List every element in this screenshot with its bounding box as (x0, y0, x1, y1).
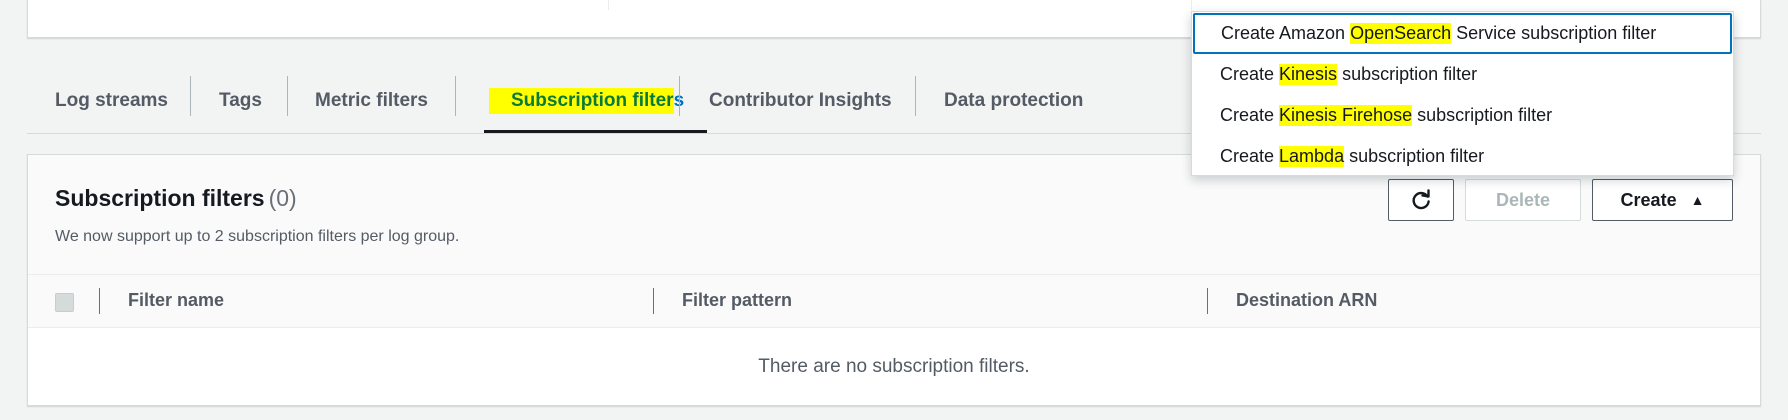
tab-label-highlight: Subscription filter (489, 88, 674, 114)
table-header: Filter name Filter pattern Destination A… (28, 275, 1760, 328)
select-all-checkbox[interactable] (55, 293, 74, 312)
tab-separator (455, 76, 456, 116)
tab-label: Metric filters (315, 90, 428, 111)
tab-label: Contributor Insights (709, 90, 892, 111)
panel-title-text: Subscription filters (55, 185, 265, 211)
column-separator (1207, 288, 1208, 314)
empty-table-message: There are no subscription filters. (758, 356, 1030, 377)
tab-separator (190, 76, 191, 116)
column-separator (99, 288, 100, 314)
menu-item-create-kinesis[interactable]: Create Kinesis subscription filter (1192, 54, 1733, 95)
create-dropdown-menu: Create Amazon OpenSearch Service subscri… (1191, 11, 1734, 176)
menu-item-text: subscription filter (1412, 105, 1553, 125)
create-label: Create (1620, 189, 1677, 210)
menu-item-create-lambda[interactable]: Create Lambda subscription filter (1192, 136, 1733, 177)
menu-item-create-opensearch[interactable]: Create Amazon OpenSearch Service subscri… (1193, 13, 1732, 54)
column-header-filter-pattern[interactable]: Filter pattern (682, 290, 792, 311)
panel-description: We now support up to 2 subscription filt… (55, 228, 460, 245)
menu-item-text: subscription filter (1344, 146, 1485, 166)
menu-item-text: Service subscription filter (1451, 23, 1657, 43)
column-header-filter-name[interactable]: Filter name (128, 290, 224, 311)
column-separator (653, 288, 654, 314)
create-button[interactable]: Create ▲ (1592, 179, 1733, 221)
menu-item-highlight: Lambda (1279, 146, 1345, 167)
menu-item-text: Create (1220, 105, 1280, 125)
subscription-filters-panel: Subscription filters (0) We now support u… (27, 154, 1761, 406)
active-tab-indicator (484, 130, 707, 133)
menu-item-highlight: Kinesis Firehose (1279, 105, 1413, 126)
column-divider (608, 0, 609, 10)
menu-item-text: subscription filter (1337, 64, 1478, 84)
tab-label: Data protection (944, 90, 1084, 111)
panel-count: (0) (268, 185, 297, 211)
menu-item-text: Create (1220, 64, 1280, 84)
panel-title: Subscription filters (0) (55, 185, 297, 212)
menu-item-text: Create (1220, 146, 1280, 166)
tab-label: Tags (219, 90, 262, 111)
delete-button[interactable]: Delete (1465, 179, 1581, 221)
tab-log-streams[interactable]: Log streams (55, 68, 168, 134)
tab-data-protection[interactable]: Data protection (944, 68, 1083, 134)
refresh-button[interactable] (1388, 179, 1454, 221)
caret-up-icon: ▲ (1690, 192, 1705, 208)
tab-label: Log streams (55, 90, 168, 111)
tab-contributor-insights[interactable]: Contributor Insights (709, 68, 892, 134)
column-divider (1191, 0, 1192, 10)
tab-subscription-filters[interactable]: Subscription filters (484, 68, 684, 134)
refresh-icon (1412, 189, 1430, 210)
menu-item-create-kinesis-firehose[interactable]: Create Kinesis Firehose subscription fil… (1192, 95, 1733, 136)
delete-label: Delete (1495, 189, 1551, 210)
menu-item-highlight: OpenSearch (1350, 23, 1452, 44)
tab-separator (287, 76, 288, 116)
tab-metric-filters[interactable]: Metric filters (315, 68, 428, 134)
tab-separator (679, 76, 680, 116)
menu-item-highlight: Kinesis (1279, 64, 1338, 85)
tab-tags[interactable]: Tags (219, 68, 262, 134)
tab-separator (915, 76, 916, 116)
menu-item-text: Create Amazon (1221, 23, 1351, 43)
column-header-destination-arn[interactable]: Destination ARN (1236, 290, 1377, 311)
